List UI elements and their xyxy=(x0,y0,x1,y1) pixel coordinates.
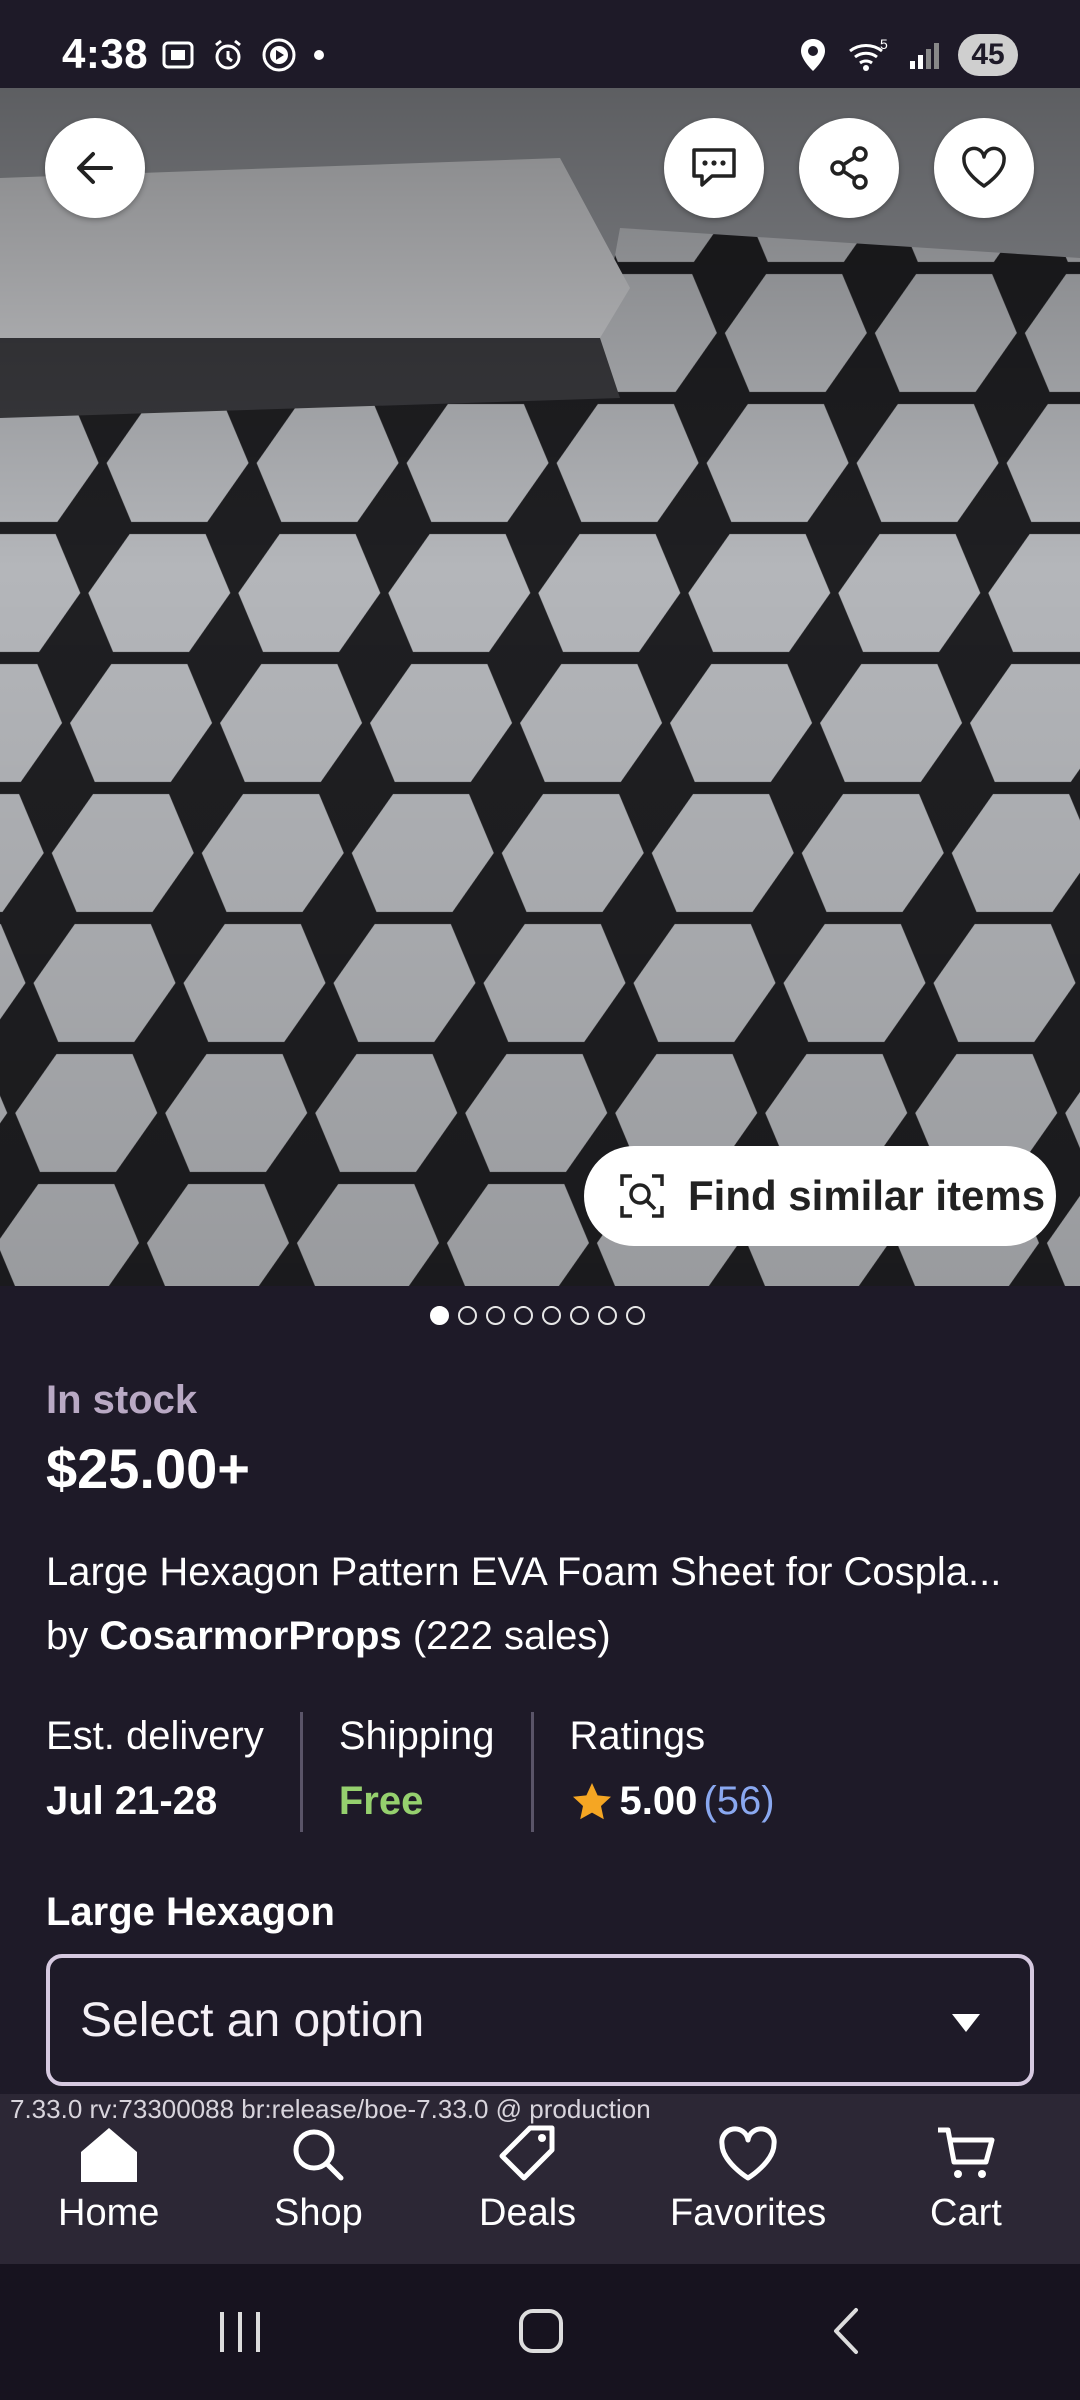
tab-home[interactable]: Home xyxy=(58,2124,159,2235)
ratings-label: Ratings xyxy=(569,1714,706,1758)
carousel-dot[interactable] xyxy=(486,1306,505,1325)
price: $25.00+ xyxy=(46,1437,250,1500)
sales-count: (222 sales) xyxy=(412,1614,611,1658)
product-title[interactable]: Large Hexagon Pattern EVA Foam Sheet for… xyxy=(46,1550,1046,1595)
carousel-dot[interactable] xyxy=(514,1306,533,1325)
carousel-dot[interactable] xyxy=(542,1306,561,1325)
play-circle-icon xyxy=(262,38,296,72)
favorite-button[interactable] xyxy=(934,118,1034,218)
share-icon xyxy=(830,146,868,190)
delivery-label: Est. delivery xyxy=(46,1714,264,1758)
system-nav-bar xyxy=(0,2264,1080,2400)
heart-icon xyxy=(962,146,1006,188)
status-time: 4:38 xyxy=(62,30,149,77)
status-notification-icons xyxy=(160,36,326,74)
cart-icon xyxy=(937,2127,995,2178)
wifi-icon: 5 xyxy=(849,37,888,71)
build-info: 7.33.0 rv:73300088 br:release/boe-7.33.0… xyxy=(10,2094,651,2124)
variation-label: Large Hexagon xyxy=(46,1890,335,1934)
ratings-value-row: 5.00 (56) xyxy=(570,1779,775,1824)
battery-indicator: 45 xyxy=(958,34,1018,76)
ratings-info[interactable]: Ratings 5.00 (56) xyxy=(530,1712,811,1832)
shipping-label: Shipping xyxy=(338,1714,495,1758)
carousel-dot[interactable] xyxy=(598,1306,617,1325)
delivery-value: Jul 21-28 xyxy=(46,1779,218,1823)
shipping-value: Free xyxy=(338,1779,424,1823)
share-button[interactable] xyxy=(799,118,899,218)
cell-signal-icon xyxy=(910,43,939,69)
tab-cart-label: Cart xyxy=(930,2192,1002,2234)
back-nav-button[interactable] xyxy=(826,2306,866,2356)
svg-text:5: 5 xyxy=(880,37,888,52)
message-seller-button[interactable] xyxy=(664,118,764,218)
visual-search-icon xyxy=(620,1174,664,1218)
tab-deals[interactable]: Deals xyxy=(479,2124,576,2235)
location-icon xyxy=(801,39,825,71)
delivery-info[interactable]: Est. delivery Jul 21-28 xyxy=(46,1712,300,1832)
alarm-icon xyxy=(215,39,241,70)
info-row: Est. delivery Jul 21-28 Shipping Free Ra… xyxy=(46,1712,811,1832)
status-bar: 4:38 5 45 xyxy=(0,0,1080,88)
tag-icon xyxy=(499,2125,555,2181)
heart-icon xyxy=(719,2126,777,2181)
by-prefix: by xyxy=(46,1614,89,1658)
search-icon xyxy=(293,2129,344,2181)
carousel-dot[interactable] xyxy=(570,1306,589,1325)
arrow-left-icon xyxy=(77,152,113,184)
carousel-dot[interactable] xyxy=(458,1306,477,1325)
ratings-count-link[interactable]: (56) xyxy=(703,1779,774,1824)
tab-favorites[interactable]: Favorites xyxy=(670,2124,826,2235)
tab-cart[interactable]: Cart xyxy=(930,2124,1002,2235)
find-similar-button[interactable]: Find similar items xyxy=(584,1146,1056,1246)
tab-shop[interactable]: Shop xyxy=(274,2124,363,2235)
chat-icon xyxy=(692,148,736,187)
dot-icon xyxy=(314,50,324,60)
screenshot-icon xyxy=(162,41,194,69)
recent-apps-button[interactable] xyxy=(216,2308,266,2356)
ratings-value: 5.00 xyxy=(619,1779,698,1823)
carousel-dot[interactable] xyxy=(430,1306,449,1325)
star-icon xyxy=(572,1782,611,1819)
tab-favorites-label: Favorites xyxy=(670,2192,827,2234)
seller-line: by CosarmorProps (222 sales) xyxy=(46,1614,611,1659)
carousel-dot[interactable] xyxy=(626,1306,645,1325)
image-carousel-indicator[interactable] xyxy=(430,1306,645,1325)
shipping-info[interactable]: Shipping Free xyxy=(299,1712,531,1832)
caret-down-icon xyxy=(952,2014,980,2032)
variation-select[interactable]: Select an option xyxy=(46,1954,1034,2086)
tab-deals-label: Deals xyxy=(479,2192,577,2234)
stock-status: In stock xyxy=(46,1378,198,1422)
product-image[interactable]: Find similar items xyxy=(0,88,1080,1286)
tab-home-label: Home xyxy=(58,2192,160,2234)
shop-name-link[interactable]: CosarmorProps xyxy=(99,1614,401,1658)
find-similar-label: Find similar items xyxy=(688,1172,1046,1219)
tab-shop-label: Shop xyxy=(274,2192,363,2234)
home-nav-button[interactable] xyxy=(516,2306,566,2356)
hexagon-foam-photo xyxy=(0,88,1080,1286)
home-icon xyxy=(80,2128,137,2182)
select-placeholder: Select an option xyxy=(80,1993,425,2047)
back-button[interactable] xyxy=(45,118,145,218)
status-system-icons: 5 45 xyxy=(798,34,1018,76)
